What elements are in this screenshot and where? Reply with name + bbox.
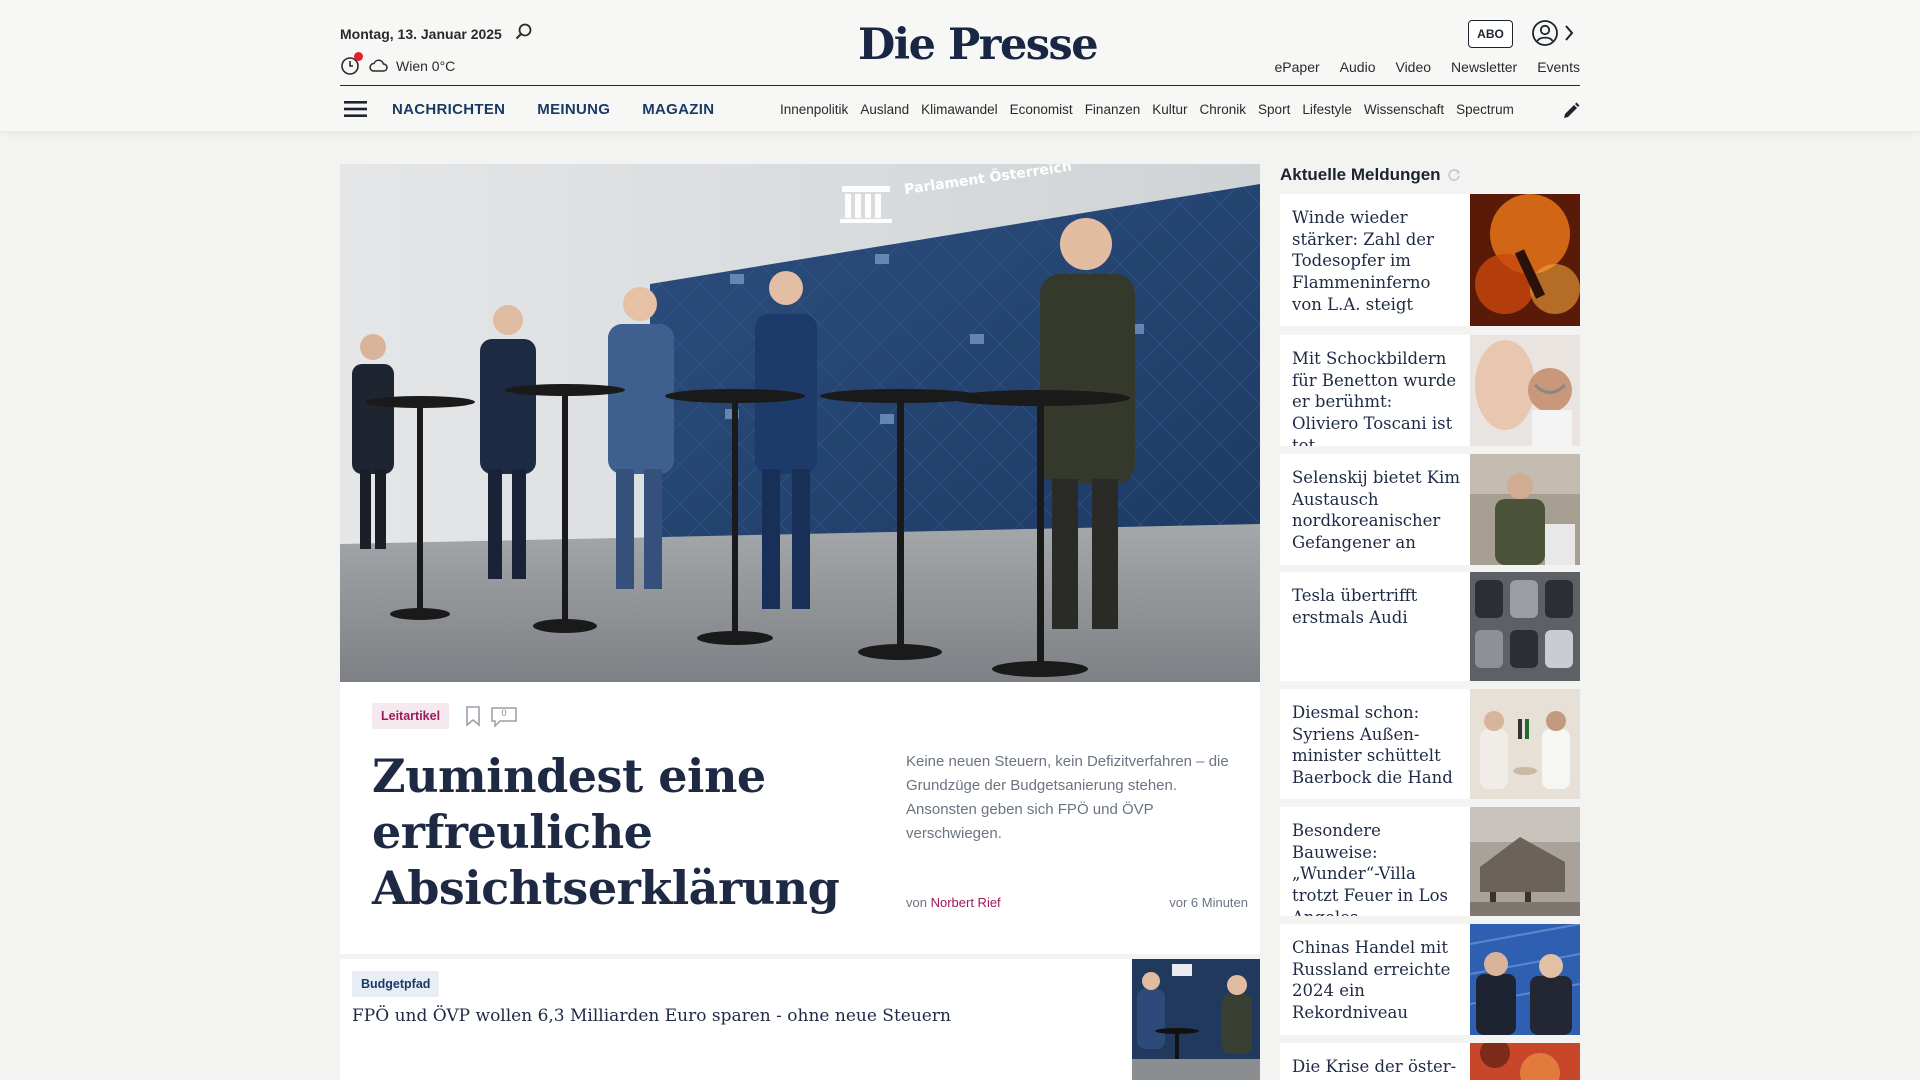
news-item-thumbnail[interactable] (1470, 689, 1580, 799)
abo-button[interactable]: ABO (1468, 20, 1513, 48)
news-item-thumbnail[interactable] (1470, 194, 1580, 326)
category-badge[interactable]: Leitartikel (372, 703, 450, 729)
hamburger-menu-icon[interactable] (344, 99, 368, 119)
secondary-headline[interactable]: FPÖ und ÖVP wollen 6,3 Milliarden Euro s… (352, 1006, 1132, 1026)
author-link[interactable]: Norbert Rief (931, 895, 1001, 910)
cloud-icon (368, 59, 388, 73)
current-date: Montag, 13. Januar 2025 (340, 26, 502, 42)
bookmark-icon[interactable] (464, 705, 482, 727)
link-epaper[interactable]: ePaper (1275, 59, 1320, 75)
news-item-title[interactable]: Selenskij bietet Kim Austausch nordkorea… (1292, 467, 1462, 554)
weather-label: Wien 0°C (396, 58, 456, 74)
link-events[interactable]: Events (1537, 59, 1580, 75)
news-item-thumbnail[interactable] (1470, 807, 1580, 916)
link-video[interactable]: Video (1395, 59, 1431, 75)
sub-nav: Innenpolitik Ausland Klimawandel Economi… (780, 102, 1542, 117)
nav-magazin[interactable]: MAGAZIN (642, 101, 714, 118)
subnav-sport[interactable]: Sport (1258, 102, 1290, 117)
hero-article[interactable]: Parlament Österreich Leitartikel 0 Zumin… (340, 164, 1260, 954)
news-item-thumbnail[interactable] (1470, 572, 1580, 681)
subnav-kultur[interactable]: Kultur (1152, 102, 1187, 117)
news-item[interactable]: Selenskij bietet Kim Austausch nordkorea… (1280, 454, 1580, 565)
news-item[interactable]: Mit Schockbildern für Benetton wurde er … (1280, 335, 1580, 446)
news-item[interactable]: Winde wieder stärker: Zahl der Todesopfe… (1280, 194, 1580, 326)
comment-count: 0 (501, 708, 507, 718)
news-item-thumbnail[interactable] (1470, 924, 1580, 1035)
subnav-chronik[interactable]: Chronik (1200, 102, 1247, 117)
news-item[interactable]: Chinas Handel mit Russland erreichte 202… (1280, 924, 1580, 1035)
search-icon[interactable] (514, 22, 534, 42)
news-item-title[interactable]: Winde wieder stärker: Zahl der Todesopfe… (1292, 207, 1462, 316)
main-nav: NACHRICHTEN MEINUNG MAGAZIN (392, 101, 714, 118)
subnav-spectrum[interactable]: Spectrum (1456, 102, 1514, 117)
news-item[interactable]: Die Krise der öster- (1280, 1043, 1580, 1080)
subnav-economist[interactable]: Economist (1010, 102, 1073, 117)
subnav-finanzen[interactable]: Finanzen (1085, 102, 1141, 117)
chevron-right-icon[interactable] (1563, 23, 1575, 43)
news-item-title[interactable]: Tesla übertrifft erstmals Audi (1292, 585, 1462, 628)
sidebar-heading: Aktuelle Meldungen (1280, 165, 1461, 185)
subnav-innenpolitik[interactable]: Innenpolitik (780, 102, 848, 117)
subnav-klimawandel[interactable]: Klimawandel (921, 102, 998, 117)
link-audio[interactable]: Audio (1340, 59, 1376, 75)
hero-timestamp: vor 6 Minuten (1169, 895, 1248, 910)
news-item-title[interactable]: Mit Schockbildern für Benetton wurde er … (1292, 348, 1462, 446)
sidebar-heading-label: Aktuelle Meldungen (1280, 165, 1441, 184)
hero-teaser: Keine neuen Steuern, kein Defizitverfahr… (906, 753, 1229, 842)
nav-meinung[interactable]: MEINUNG (537, 101, 610, 118)
subnav-ausland[interactable]: Ausland (860, 102, 909, 117)
news-item[interactable]: Tesla übertrifft erstmals Audi (1280, 572, 1580, 681)
news-item-title[interactable]: Besondere Bauweise: „Wunder“-Villa trotz… (1292, 820, 1462, 916)
header-divider (340, 85, 1580, 86)
author-prefix: von (906, 895, 927, 910)
news-item-title[interactable]: Diesmal schon: Syriens Außen-minister sc… (1292, 702, 1462, 789)
news-item[interactable]: Diesmal schon: Syriens Außen-minister sc… (1280, 689, 1580, 799)
nav-nachrichten[interactable]: NACHRICHTEN (392, 101, 505, 118)
news-item-title[interactable]: Chinas Handel mit Russland erreichte 202… (1292, 937, 1462, 1024)
hero-author-line: von Norbert Rief (906, 895, 1001, 910)
category-badge[interactable]: Budgetpfad (352, 971, 440, 997)
news-item-thumbnail[interactable] (1470, 1043, 1580, 1080)
news-item-thumbnail[interactable] (1470, 454, 1580, 565)
clock-icon (340, 52, 363, 76)
secondary-thumbnail[interactable] (1132, 959, 1260, 1080)
subnav-wissenschaft[interactable]: Wissenschaft (1364, 102, 1444, 117)
news-item[interactable]: Besondere Bauweise: „Wunder“-Villa trotz… (1280, 807, 1580, 916)
user-account-icon[interactable] (1531, 19, 1559, 47)
news-item-title[interactable]: Die Krise der öster- (1292, 1056, 1462, 1078)
sub-nav-fade (1510, 96, 1544, 122)
secondary-article[interactable]: Budgetpfad FPÖ und ÖVP wollen 6,3 Millia… (340, 959, 1260, 1080)
pencil-icon[interactable] (1561, 101, 1581, 121)
hero-headline[interactable]: Zumindest eine erfreuliche Absichtserklä… (372, 748, 892, 916)
weather-widget[interactable]: Wien 0°C (340, 52, 456, 76)
news-item-thumbnail[interactable] (1470, 335, 1580, 446)
top-links: ePaper Audio Video Newsletter Events (1275, 59, 1580, 75)
site-logo[interactable]: Die Presse (858, 20, 1099, 70)
link-newsletter[interactable]: Newsletter (1451, 59, 1517, 75)
refresh-icon[interactable] (1447, 168, 1461, 182)
hero-image[interactable]: Parlament Österreich (340, 164, 1260, 682)
notification-dot (354, 52, 363, 61)
subnav-lifestyle[interactable]: Lifestyle (1302, 102, 1352, 117)
site-header: Montag, 13. Januar 2025 Wien 0°C Die Pre… (0, 0, 1920, 131)
